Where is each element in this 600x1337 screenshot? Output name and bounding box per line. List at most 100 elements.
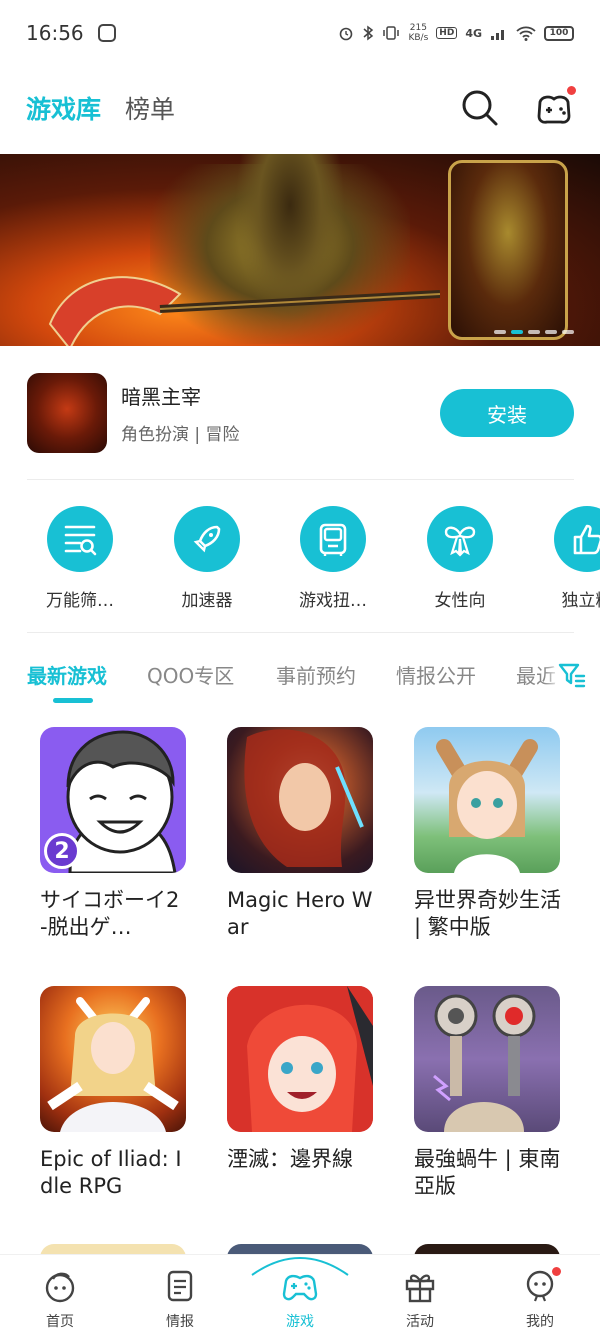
featured-game-icon[interactable] [27, 373, 107, 453]
tab-qoo-zone[interactable]: QOO专区 [147, 660, 234, 689]
category-label: 万能筛… [46, 591, 114, 611]
network-speed: 215 KB/s [408, 23, 428, 43]
install-button[interactable]: 安装 [440, 389, 574, 437]
banner-pagination[interactable] [494, 330, 574, 334]
nav-profile[interactable]: 我的 [500, 1267, 580, 1331]
category-label: 女性向 [434, 591, 486, 611]
hd-icon: HD [436, 27, 458, 39]
game-card[interactable]: Magic Hero War [227, 727, 387, 941]
status-bar: 16:56 215 KB/s HD 4G 100 [0, 0, 600, 66]
gacha-machine-icon [300, 506, 366, 572]
news-icon [167, 1270, 193, 1302]
game-thumbnail[interactable] [227, 727, 373, 873]
nav-events[interactable]: 活动 [380, 1269, 460, 1331]
banner-dot[interactable] [494, 330, 506, 334]
thumbs-up-icon [554, 506, 600, 572]
featured-game-tags: 角色扮演 | 冒险 [121, 425, 240, 445]
divider [27, 632, 574, 633]
search-button[interactable] [460, 88, 500, 128]
red-hair-heroine-art [244, 729, 364, 867]
nav-games[interactable]: 游戏 [260, 1269, 340, 1331]
network-speed-value: 215 [409, 23, 427, 33]
category-label: 独立精 [561, 591, 600, 611]
filter-list-icon [47, 506, 113, 572]
notification-dot [567, 86, 576, 95]
filter-button[interactable] [544, 650, 600, 700]
banner-axe-art [48, 276, 440, 346]
category-indie[interactable]: 独立精 [532, 506, 600, 611]
wifi-icon [516, 26, 536, 41]
alarm-icon [340, 27, 353, 41]
valkyrie-art [47, 997, 179, 1132]
active-tab-indicator [53, 698, 93, 703]
ribbon-icon [427, 506, 493, 572]
game-card[interactable]: 最強蝸牛 | 東南亞版 [414, 986, 574, 1200]
game-center-button[interactable] [534, 86, 576, 128]
sequel-badge: 2 [44, 833, 80, 869]
game-thumbnail[interactable] [40, 986, 186, 1132]
category-label: 加速器 [181, 591, 233, 611]
banner-dot[interactable] [562, 330, 574, 334]
nav-label: 首页 [46, 1314, 74, 1330]
category-accelerator[interactable]: 加速器 [152, 506, 262, 611]
bottom-navigation: 首页 情报 游戏 活动 我的 [0, 1254, 600, 1337]
game-thumbnail[interactable] [414, 727, 560, 873]
filter-icon [558, 663, 586, 688]
network-speed-unit: KB/s [408, 33, 429, 43]
game-title: 异世界奇妙生活 | 繁中版 [414, 888, 561, 939]
dog-ear-girl-art [436, 739, 538, 873]
game-title: サイコボーイ2 -脱出ゲ… [40, 888, 180, 939]
nav-news[interactable]: 情报 [140, 1269, 220, 1331]
vibrate-icon [383, 26, 400, 40]
tab-latest-games[interactable]: 最新游戏 [27, 660, 107, 689]
game-card[interactable]: 2 サイコボーイ2 -脱出ゲ… [40, 727, 200, 941]
bluetooth-icon [363, 25, 374, 41]
game-card[interactable]: 异世界奇妙生活 | 繁中版 [414, 727, 574, 941]
tab-rankings[interactable]: 榜单 [125, 90, 175, 126]
notification-app-icon [97, 24, 116, 42]
game-card[interactable]: Epic of Iliad: Idle RPG [40, 986, 200, 1200]
game-card[interactable]: 湮滅：邊界線 [227, 986, 387, 1173]
game-thumbnail[interactable] [227, 986, 373, 1132]
rocket-icon [174, 506, 240, 572]
banner-dot[interactable] [545, 330, 557, 334]
game-title: Epic of Iliad: Idle RPG [40, 1147, 182, 1198]
top-header: 游戏库 榜单 [0, 72, 600, 144]
banner-dot-active[interactable] [511, 330, 523, 334]
game-title: 最強蝸牛 | 東南亞版 [414, 1147, 561, 1198]
game-title: 湮滅：邊界線 [227, 1147, 353, 1171]
robot-snail-art [433, 994, 536, 1132]
category-gacha[interactable]: 游戏扭… [278, 506, 388, 611]
featured-game-row[interactable]: 暗黑主宰 角色扮演 | 冒险 安装 [27, 372, 574, 454]
network-type: 4G [465, 26, 482, 40]
game-thumbnail[interactable] [414, 986, 560, 1132]
nav-label: 我的 [526, 1314, 554, 1330]
category-filter[interactable]: 万能筛… [25, 506, 135, 611]
featured-banner[interactable] [0, 154, 600, 346]
status-time: 16:56 [26, 21, 84, 45]
category-row: 万能筛… 加速器 游戏扭… 女性向 独立精 [0, 506, 600, 616]
tab-pre-register[interactable]: 事前预约 [276, 660, 356, 689]
tab-game-library[interactable]: 游戏库 [26, 90, 101, 126]
gamepad-icon [282, 1274, 318, 1301]
nav-label: 情报 [166, 1314, 194, 1330]
divider [27, 479, 574, 480]
category-label: 游戏扭… [299, 591, 367, 611]
game-title: Magic Hero War [227, 888, 373, 939]
nav-label: 活动 [406, 1314, 434, 1330]
banner-dot[interactable] [528, 330, 540, 334]
search-icon [462, 90, 498, 126]
gift-icon [405, 1274, 435, 1303]
red-hair-girl-art [227, 986, 373, 1132]
featured-game-name: 暗黑主宰 [121, 385, 201, 409]
battery-icon: 100 [544, 25, 574, 41]
signal-icon [491, 30, 504, 40]
tab-info-release[interactable]: 情报公开 [396, 660, 476, 689]
home-mascot-icon [45, 1272, 75, 1303]
game-list-tabs: 最新游戏 QOO专区 事前预约 情报公开 最近 [0, 650, 600, 706]
nav-home[interactable]: 首页 [20, 1269, 100, 1331]
nav-label: 游戏 [286, 1314, 314, 1330]
banner-thumbnail-frame [448, 160, 568, 340]
game-thumbnail[interactable]: 2 [40, 727, 186, 873]
category-otome[interactable]: 女性向 [405, 506, 515, 611]
